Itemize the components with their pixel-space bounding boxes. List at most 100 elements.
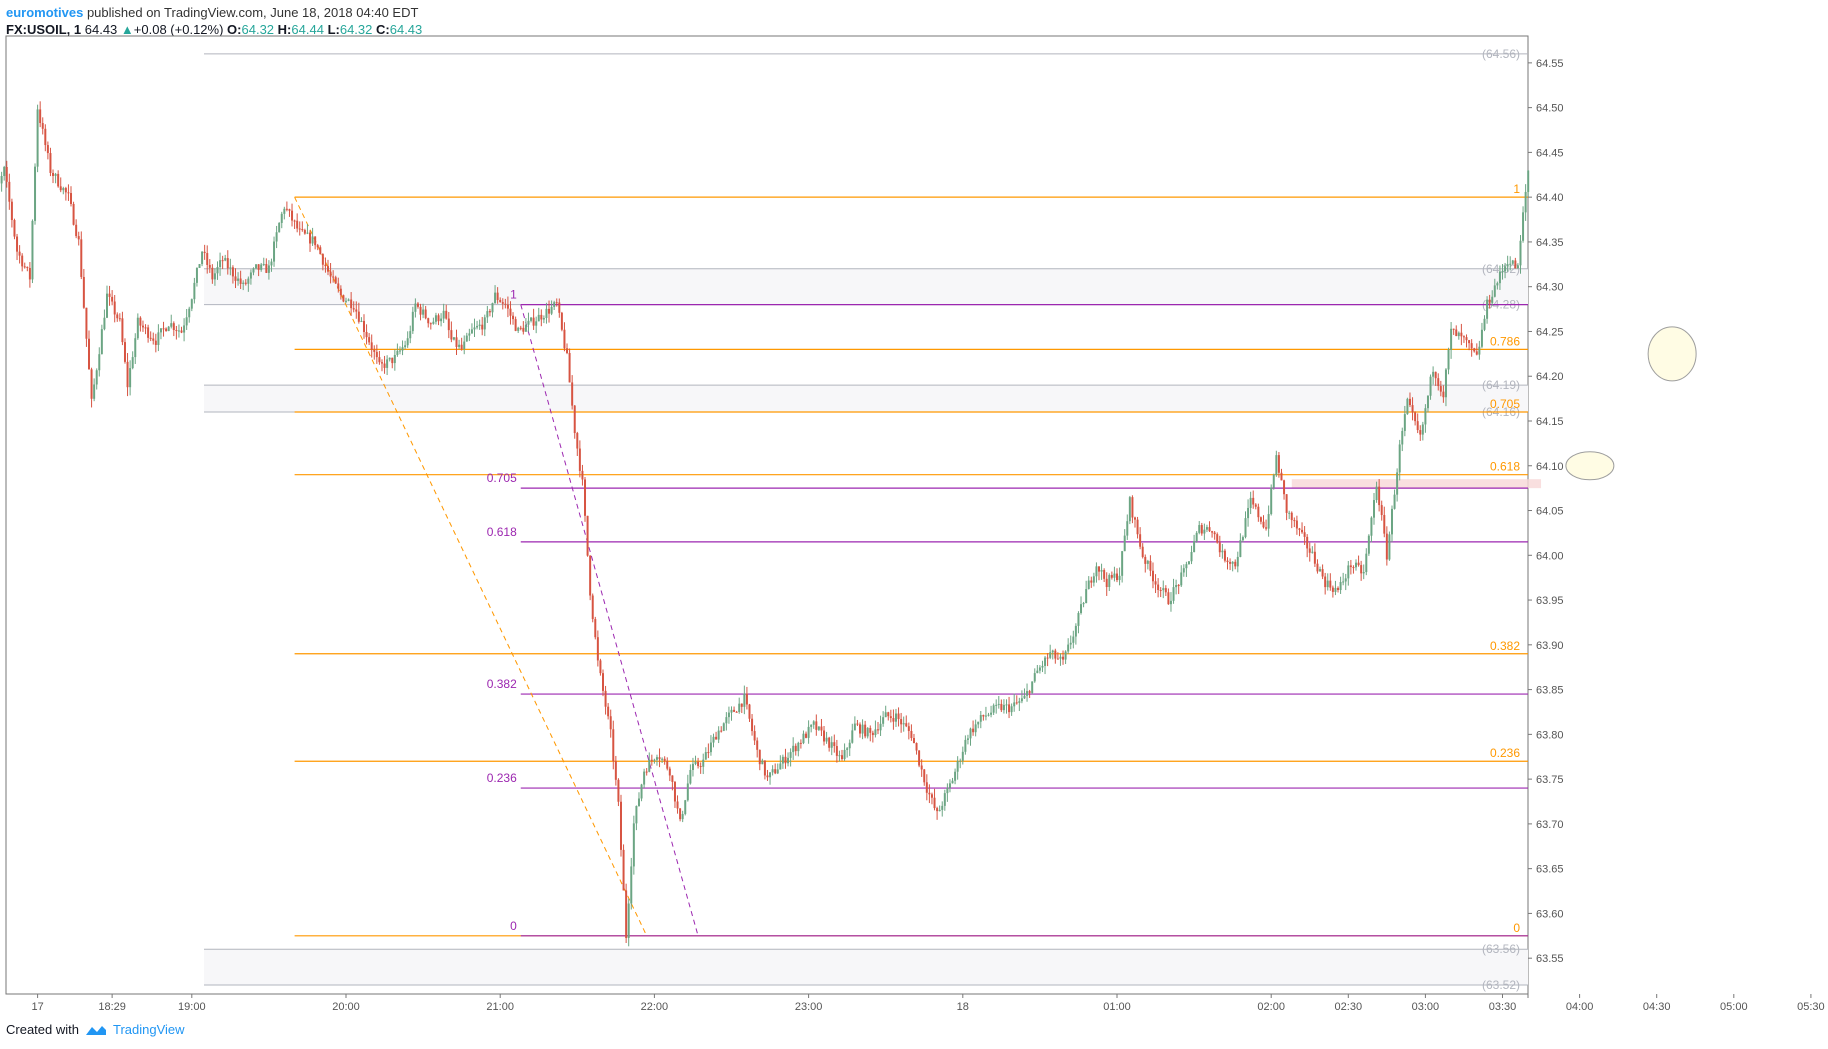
fib-purple-label: 0.236 xyxy=(487,771,517,785)
candle-body xyxy=(576,433,579,449)
candle-body xyxy=(21,255,24,267)
candle-body xyxy=(257,264,260,270)
fib-purple-label: 0.618 xyxy=(487,525,517,539)
price-band-lower xyxy=(204,949,1528,986)
candle-body xyxy=(77,236,80,240)
candle-body xyxy=(216,267,219,274)
candle-body xyxy=(918,750,921,766)
candle-body xyxy=(550,306,553,314)
x-tick-label: 21:00 xyxy=(486,1001,514,1010)
candles xyxy=(0,101,1530,947)
fib-orange-label: 0.786 xyxy=(1490,334,1520,348)
candle-body xyxy=(172,323,175,331)
candle-body xyxy=(208,264,211,268)
candle-body xyxy=(586,515,589,556)
candle-body xyxy=(270,261,273,266)
candle-body xyxy=(1110,575,1113,578)
candle-body xyxy=(614,761,617,780)
candle-body xyxy=(591,595,594,620)
candle-body xyxy=(447,318,450,331)
candle-body xyxy=(1162,588,1165,591)
candle-body xyxy=(398,350,401,352)
candle-body xyxy=(465,335,468,342)
candle-body xyxy=(234,276,237,281)
candle-body xyxy=(103,317,106,330)
candle-body xyxy=(188,308,191,318)
candle-body xyxy=(198,264,201,268)
candle-body xyxy=(1270,487,1273,515)
candle-body xyxy=(1216,534,1219,543)
candle-body xyxy=(1198,525,1201,533)
candle-body xyxy=(1303,532,1306,537)
candle-body xyxy=(573,405,576,434)
candle-body xyxy=(298,228,301,230)
tradingview-logo-icon xyxy=(85,1025,106,1035)
candle-body xyxy=(1241,537,1244,541)
candle-body xyxy=(851,730,854,743)
candle-body xyxy=(1308,548,1311,553)
candle-body xyxy=(108,293,111,297)
candle-body xyxy=(1136,519,1139,535)
candle-body xyxy=(1141,546,1144,557)
y-tick-label: 63.85 xyxy=(1536,685,1564,697)
candle-body xyxy=(1046,657,1049,659)
candle-body xyxy=(738,703,741,712)
candle-body xyxy=(1128,497,1131,522)
candle-body xyxy=(537,314,540,322)
candle-body xyxy=(88,338,90,370)
candle-body xyxy=(876,729,879,731)
price-marker-label: (64.32) xyxy=(1482,262,1520,276)
candle-body xyxy=(602,673,604,691)
x-tick-label: 02:00 xyxy=(1257,1001,1285,1010)
candle-body xyxy=(838,755,841,757)
candle-body xyxy=(640,784,643,799)
candle-body xyxy=(478,324,481,326)
candle-body xyxy=(388,357,391,360)
candle-body xyxy=(715,736,718,740)
candle-body xyxy=(85,307,88,339)
candle-body xyxy=(1390,508,1393,535)
candle-body xyxy=(429,323,432,325)
candle-body xyxy=(1478,346,1481,355)
candle-body xyxy=(499,299,502,303)
candle-body xyxy=(1041,665,1044,668)
candle-body xyxy=(49,153,52,173)
candle-body xyxy=(129,368,132,388)
candle-body xyxy=(846,748,849,750)
resistance-zone xyxy=(1291,479,1542,489)
candle-body xyxy=(733,709,736,712)
candle-body xyxy=(1113,573,1116,578)
candle-body xyxy=(548,308,551,314)
brand-link[interactable]: TradingView xyxy=(113,1022,185,1037)
candle-body xyxy=(332,276,335,278)
candle-body xyxy=(280,213,283,223)
candle-body xyxy=(445,310,448,319)
candle-body xyxy=(982,715,985,717)
candle-body xyxy=(1090,580,1093,583)
candle-body xyxy=(67,192,70,194)
candle-body xyxy=(679,808,682,820)
candle-body xyxy=(1313,551,1316,564)
candle-body xyxy=(432,321,435,324)
candle-body xyxy=(1516,265,1519,269)
price-chart[interactable]: (64.56)(64.32)(64.28)(64.19)(64.16)(63.5… xyxy=(0,0,1828,1010)
candle-body xyxy=(1126,521,1129,536)
candle-body xyxy=(247,278,250,284)
candle-body xyxy=(874,729,877,736)
y-tick-label: 64.15 xyxy=(1536,416,1564,428)
x-tick-label: 19:00 xyxy=(178,1001,206,1010)
candle-body xyxy=(396,350,399,355)
candle-body xyxy=(375,351,378,358)
candle-body xyxy=(54,173,57,176)
candle-body xyxy=(1218,542,1221,553)
candle-body xyxy=(483,317,486,330)
candle-body xyxy=(954,771,957,781)
candle-body xyxy=(535,321,538,326)
candle-body xyxy=(1008,704,1011,713)
candle-body xyxy=(157,332,160,345)
candle-body xyxy=(1190,551,1193,562)
candle-body xyxy=(162,328,165,330)
candle-body xyxy=(1013,702,1016,707)
candle-body xyxy=(1480,329,1483,347)
candle-body xyxy=(691,763,694,770)
